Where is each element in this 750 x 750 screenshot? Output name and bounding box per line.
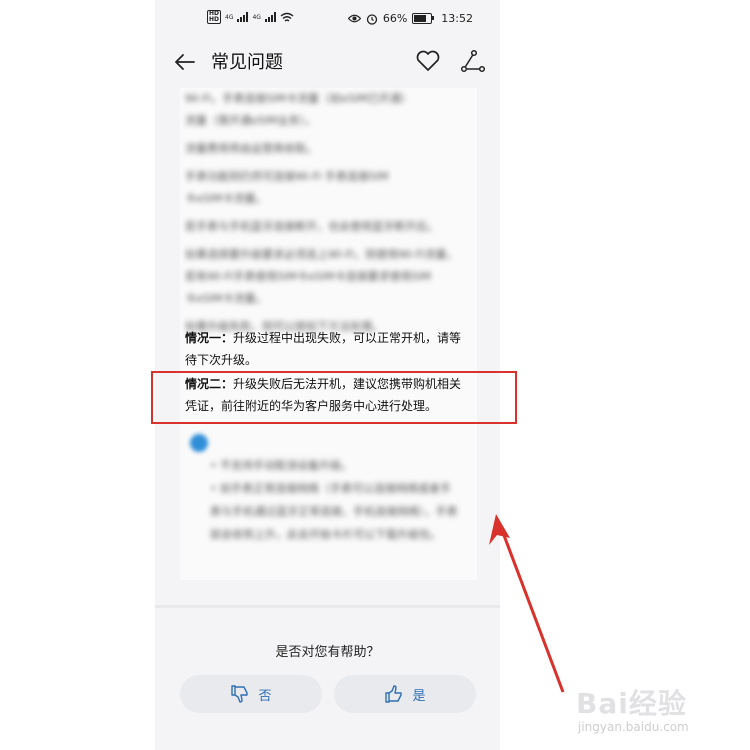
blurred-tips-list: • 不支持手动取消设备升级。 • 如手表正常连接网络（手表可以连接网络或者手表与…: [210, 454, 460, 546]
not-helpful-button[interactable]: 否: [180, 675, 322, 713]
network-type: 4G: [225, 13, 234, 21]
status-left: HD HD 4G 4G: [207, 10, 294, 24]
network-type-2: 4G: [252, 13, 261, 21]
heart-icon[interactable]: [415, 49, 441, 73]
helpful-label: 是: [412, 688, 426, 704]
list-item: • 不支持手动取消设备升级。: [210, 459, 352, 472]
blurred-line: 流量费用将由运营商收取。: [185, 142, 317, 155]
section-divider: [155, 605, 500, 608]
battery-icon: [412, 13, 435, 24]
signal-icon: [237, 12, 249, 22]
status-bar: HD HD 4G 4G 66% 13:52: [155, 0, 500, 40]
eye-icon: [347, 14, 361, 23]
alarm-icon: [366, 13, 377, 25]
baidu-watermark: Bai经验 jingyan.baidu.com: [576, 682, 736, 742]
article-card: Wi-Fi，手表连接SIM卡流量（如eSIM已开通） 流量（需开通eSIM业务）…: [180, 88, 477, 580]
status-right: 66% 13:52: [347, 12, 473, 25]
helpful-question: 是否对您有帮助？: [275, 645, 380, 660]
blurred-line: 手表功能则仍然可连接Wi-Fi 手表连接SIM: [185, 170, 389, 183]
watermark-brand: Bai经验: [576, 687, 687, 720]
blurred-line: 卡eSIM卡流量。: [185, 192, 267, 205]
case-1-paragraph: 情况一：升级过程中出现失败，可以正常开机，请等待下次升级。: [185, 327, 467, 371]
thumbs-up-icon: [385, 685, 403, 703]
screenshot: HD HD 4G 4G 66% 13:52 常见问题 Wi-Fi，手表连接SIM…: [0, 0, 750, 750]
clock: 13:52: [441, 12, 473, 25]
blurred-line: 卡eSIM卡流量。: [185, 292, 267, 305]
share-icon[interactable]: [460, 49, 486, 73]
blurred-line: 流量（需开通eSIM业务）。: [185, 114, 316, 127]
blurred-paragraph: Wi-Fi，手表连接SIM卡流量（如eSIM已开通） 流量（需开通eSIM业务）…: [185, 88, 465, 338]
red-highlight-box: [151, 371, 517, 424]
hd-icon: HD HD: [207, 10, 222, 24]
signal-icon-2: [264, 12, 276, 22]
wifi-icon: [280, 12, 294, 22]
back-arrow-icon[interactable]: [173, 50, 197, 74]
case-1-label: 情况一：: [185, 331, 234, 345]
app-header: 常见问题: [155, 40, 500, 84]
blurred-line: 若有Wi-Fi手表使用SIM卡eSIM卡连接要求使用SIM: [185, 270, 432, 283]
page-title: 常见问题: [211, 52, 283, 73]
tip-icon: [190, 434, 208, 452]
blurred-line: Wi-Fi，手表连接SIM卡流量（如eSIM已开通）: [185, 92, 412, 105]
not-helpful-label: 否: [258, 688, 272, 704]
watermark-url: jingyan.baidu.com: [578, 720, 689, 734]
list-item: • 如手表正常连接网络（手表可以连接网络或者手表与手机通过蓝牙正常连接，手机连接…: [210, 482, 458, 541]
blurred-line: 如果选择要升级要求必须连上Wi-Fi，则使用Wi-Fi流量，: [185, 248, 458, 261]
thumbs-down-icon: [231, 685, 249, 703]
blurred-line: 若手表与手机蓝牙连接断开，也会使用蓝牙断开后。: [185, 220, 438, 233]
helpful-button[interactable]: 是: [334, 675, 476, 713]
battery-percent: 66%: [382, 12, 408, 25]
